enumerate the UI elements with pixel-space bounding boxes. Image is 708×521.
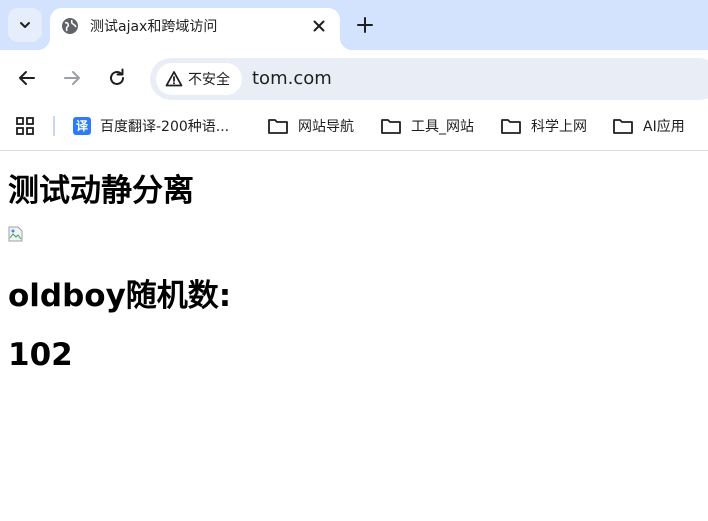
folder-icon [501,119,521,134]
bookmark-label: 百度翻译-200种语... [100,119,230,135]
random-number-label: oldboy随机数: [8,278,232,314]
bookmark-label: AI应用 [643,119,685,135]
back-arrow-icon[interactable] [16,67,38,89]
page-heading: 测试动静分离 [8,173,194,209]
page-content: 测试动静分离 oldboy随机数: 102 [0,151,708,521]
tab-search-button[interactable] [8,8,42,42]
url-text[interactable]: tom.com [252,68,332,89]
bookmark-folder-tools[interactable]: 工具_网站 [380,114,474,138]
tab-strip: 测试ajax和跨域访问 [0,0,708,50]
folder-icon [268,119,288,134]
baidu-translate-icon: 译 [73,117,91,135]
close-icon[interactable] [310,17,328,35]
broken-image-icon [8,226,23,242]
active-tab[interactable]: 测试ajax和跨域访问 [38,8,352,50]
bookmark-folder-nav[interactable]: 网站导航 [267,114,354,138]
random-number-value: 102 [8,337,73,373]
bookmark-label: 科学上网 [531,119,587,135]
folder-icon [613,119,633,134]
globe-icon [62,18,78,34]
bookmark-label: 工具_网站 [411,119,474,135]
security-chip[interactable]: 不安全 [156,63,242,95]
bookmark-label: 网站导航 [298,119,354,135]
security-label: 不安全 [188,72,230,88]
bookmarks-divider [53,116,55,136]
bookmarks-bar: 译 百度翻译-200种语... 网站导航 工具_网站 科学上网 AI应用 [0,108,708,151]
warning-triangle-icon [165,71,183,87]
forward-arrow-icon[interactable] [61,67,83,89]
browser-toolbar: 不安全 tom.com [0,50,708,108]
bookmark-folder-ai[interactable]: AI应用 [612,114,685,138]
bookmark-baidu-translate[interactable]: 译 百度翻译-200种语... [73,114,229,138]
bookmark-folder-proxy[interactable]: 科学上网 [500,114,587,138]
chevron-down-icon [20,22,30,28]
reload-icon[interactable] [106,67,128,89]
folder-icon [381,119,401,134]
new-tab-plus-icon[interactable] [354,14,376,36]
apps-grid-icon[interactable] [15,116,35,136]
tab-title: 测试ajax和跨域访问 [90,19,218,35]
address-bar[interactable]: 不安全 tom.com [150,58,708,100]
